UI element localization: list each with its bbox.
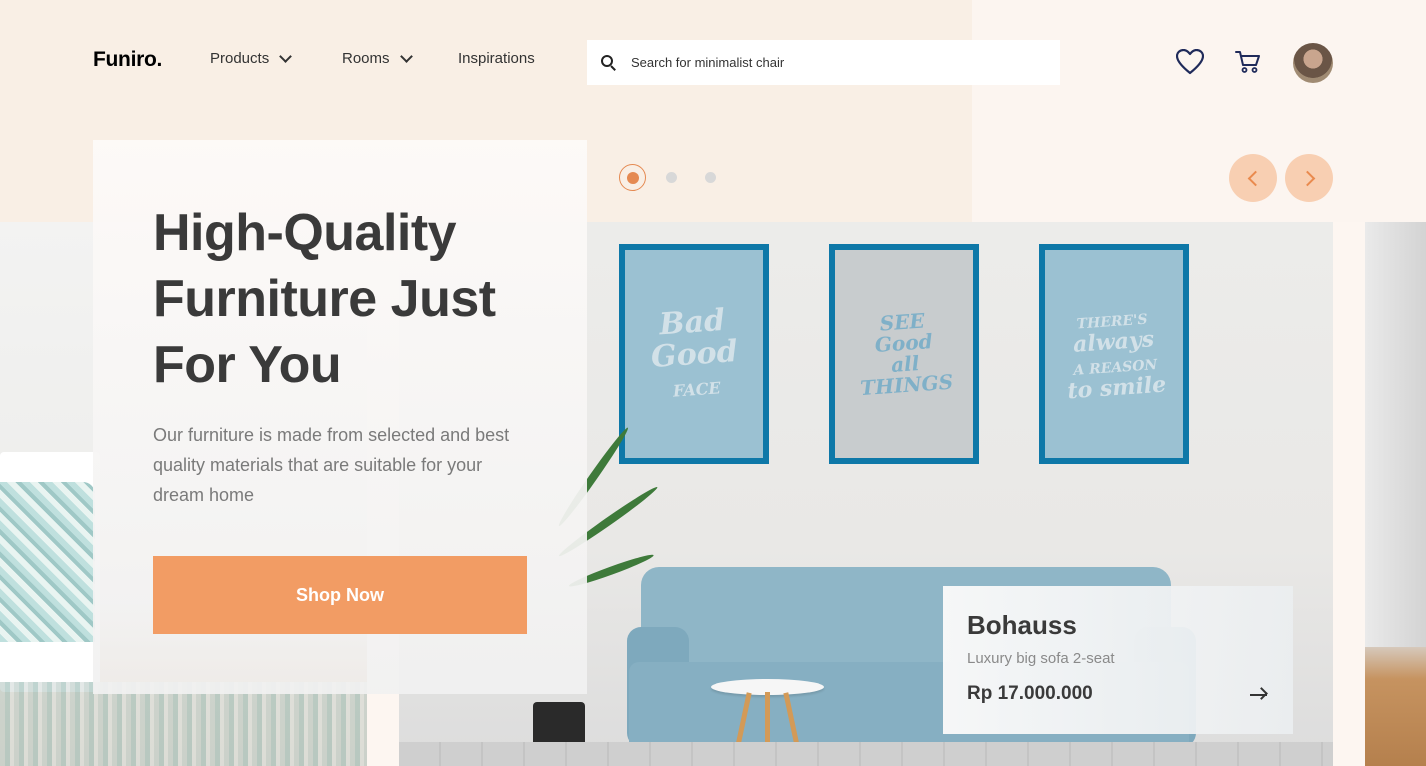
blanket-illustration <box>0 482 95 642</box>
header-background-right <box>972 0 1426 222</box>
wall-poster-1: Bad Good FACE <box>619 244 769 464</box>
arrow-right-icon[interactable] <box>1248 684 1270 706</box>
product-name: Bohauss <box>967 610 1077 640</box>
slider-dot-2[interactable] <box>666 172 677 183</box>
cart-icon <box>1235 51 1260 73</box>
nav-inspirations[interactable]: Inspirations <box>458 50 535 67</box>
slider-dot-3[interactable] <box>705 172 716 183</box>
slider-prev-button[interactable] <box>1229 154 1277 202</box>
rug-illustration <box>0 682 367 766</box>
chevron-right-icon <box>1299 170 1315 186</box>
hero-subtitle: Our furniture is made from selected and … <box>153 425 510 505</box>
slider-dot-1[interactable] <box>619 164 646 191</box>
wall-poster-2: SEE Good all THINGS <box>829 244 979 464</box>
product-price: Rp 17.000.000 <box>967 683 1093 704</box>
slider-next-button[interactable] <box>1285 154 1333 202</box>
chevron-down-icon <box>399 49 413 63</box>
heart-icon <box>1176 49 1204 75</box>
hero-title: High-Quality Furniture Just For You <box>153 204 496 394</box>
chevron-down-icon <box>279 49 293 63</box>
search-icon <box>601 54 617 71</box>
product-description: Luxury big sofa 2-seat <box>967 650 1115 667</box>
nav-rooms-label: Rooms <box>342 50 390 67</box>
chevron-left-icon <box>1247 170 1263 186</box>
wall-poster-3: THERE'S always A REASON to smile <box>1039 244 1189 464</box>
nav-products[interactable]: Products <box>210 49 293 67</box>
search-bar[interactable] <box>587 40 1060 85</box>
floor <box>399 742 1333 766</box>
brand-logo[interactable]: Funiro. <box>93 48 162 72</box>
nav-rooms[interactable]: Rooms <box>342 49 413 67</box>
nav-products-label: Products <box>210 50 270 67</box>
nav-inspirations-label: Inspirations <box>458 50 535 67</box>
wishlist-button[interactable] <box>1173 45 1207 79</box>
cart-button[interactable] <box>1231 45 1265 79</box>
slide-image-next <box>1365 222 1426 766</box>
shop-now-button[interactable]: Shop Now <box>153 556 527 634</box>
search-input[interactable] <box>631 55 1031 70</box>
avatar[interactable] <box>1293 43 1333 83</box>
